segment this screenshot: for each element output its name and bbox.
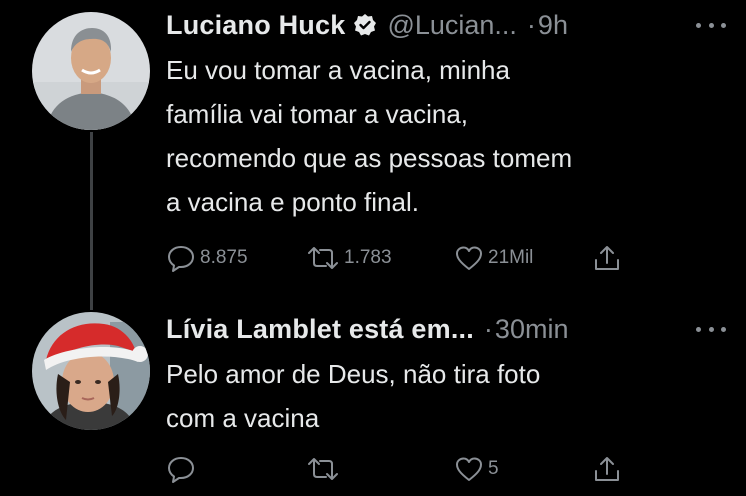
display-name[interactable]: Luciano Huck (166, 10, 345, 41)
tweet-header: Luciano Huck @Lucian... · 9h (166, 8, 726, 42)
share-button[interactable] (592, 243, 622, 273)
retweet-button[interactable]: 1.783 (306, 245, 454, 271)
tweet[interactable]: Lívia Lamblet está em... · 30min Pelo am… (166, 312, 726, 440)
display-name[interactable]: Lívia Lamblet está em... (166, 314, 474, 345)
more-options-icon[interactable] (696, 324, 726, 334)
timestamp[interactable]: 30min (495, 314, 569, 345)
retweet-icon (308, 458, 338, 480)
separator-dot: · (483, 313, 493, 344)
woman-portrait-icon (32, 312, 150, 430)
reply-icon (168, 246, 194, 272)
like-count: 5 (488, 458, 499, 479)
tweet-header: Lívia Lamblet está em... · 30min (166, 312, 726, 346)
tweet[interactable]: Luciano Huck @Lucian... · 9h Eu vou toma… (166, 8, 726, 224)
heart-icon (456, 457, 482, 481)
retweet-count: 1.783 (344, 247, 392, 268)
separator-dot: · (526, 9, 536, 40)
tweet-actions: 8.875 1.783 21Mil (166, 243, 636, 273)
like-button[interactable]: 21Mil (454, 244, 592, 272)
share-icon (595, 246, 619, 270)
heart-icon (456, 246, 482, 270)
thread-connector-line (90, 132, 93, 310)
reply-button[interactable] (166, 455, 306, 483)
tweet-text: Pelo amor de Deus, não tira foto com a v… (166, 359, 541, 433)
user-handle[interactable]: @Lucian... (387, 10, 516, 41)
like-button[interactable]: 5 (454, 455, 592, 483)
reply-count: 8.875 (200, 247, 248, 268)
share-icon (595, 457, 619, 481)
retweet-icon (308, 247, 338, 269)
verified-badge-icon (353, 13, 377, 37)
avatar[interactable] (32, 12, 150, 130)
more-options-icon[interactable] (696, 20, 726, 30)
reply-button[interactable]: 8.875 (166, 244, 306, 272)
retweet-button[interactable] (306, 456, 454, 482)
avatar[interactable] (32, 312, 150, 430)
tweet-text: Eu vou tomar a vacina, minha família vai… (166, 55, 573, 217)
reply-icon (168, 457, 194, 483)
timestamp[interactable]: 9h (538, 10, 568, 41)
man-portrait-icon (32, 12, 150, 130)
tweet-actions: 5 (166, 454, 636, 484)
share-button[interactable] (592, 454, 622, 484)
like-count: 21Mil (488, 247, 534, 268)
